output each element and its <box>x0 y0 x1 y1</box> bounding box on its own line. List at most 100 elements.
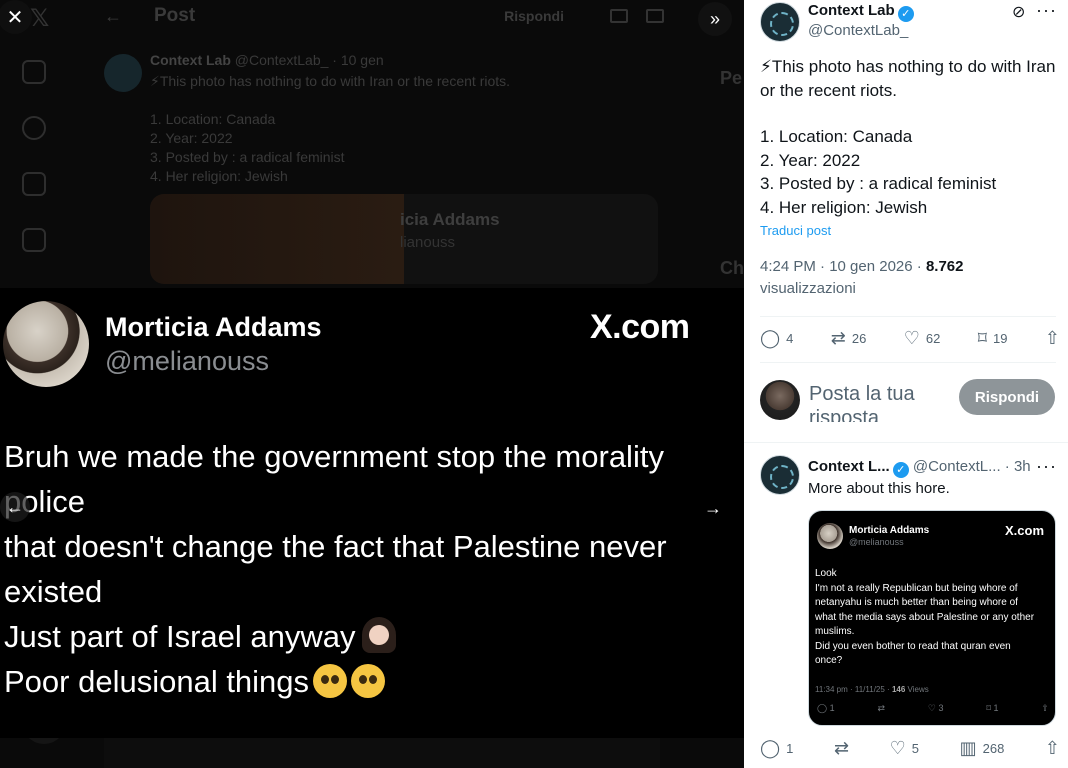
reply-icon: ◯ <box>760 738 781 758</box>
reply-input[interactable]: Posta la tua risposta <box>809 382 959 422</box>
divider <box>760 362 1056 363</box>
avatar[interactable] <box>760 2 800 42</box>
reply-author[interactable]: Context L... <box>808 458 890 475</box>
like-icon: ♡ <box>903 328 920 348</box>
share-button[interactable]: ⇧ <box>1045 738 1060 759</box>
header-reply-button[interactable]: Rispondi <box>504 8 564 24</box>
repost-button[interactable]: ⇄ <box>834 738 849 759</box>
search-icon[interactable] <box>22 116 46 140</box>
verified-icon: ✓ <box>892 462 909 478</box>
post-media-thumbnail[interactable]: icia Addams lianouss <box>150 194 658 284</box>
brand-logo: X.com <box>1005 523 1045 538</box>
repost-button[interactable]: ⇄ 26 <box>831 328 867 349</box>
post-handle: @ContextLab_ <box>234 52 329 68</box>
card-views-label: Views <box>905 685 929 694</box>
repost-icon: ⇄ <box>833 738 850 758</box>
card-views-count: 146 <box>891 685 906 694</box>
settings-icon[interactable] <box>610 9 628 23</box>
reply-button[interactable]: ◯ 1 <box>760 738 793 759</box>
card-author-handle: @melianouss <box>849 537 904 547</box>
author-name[interactable]: Context Lab <box>808 2 895 19</box>
reply-media-card[interactable]: Morticia Addams @melianouss X.com Look I… <box>808 510 1056 726</box>
grok-icon[interactable]: ⊘ <box>1012 2 1025 22</box>
reply-icon: ◯ <box>760 328 781 348</box>
post-line: 3. Posted by : a radical feminist <box>150 149 345 165</box>
card-bookmark-count: 1 <box>993 703 999 713</box>
more-icon[interactable]: ··· <box>1036 456 1057 477</box>
media-line: that doesn't change the fact that Palest… <box>4 529 667 564</box>
views-count: 8.762 <box>925 258 964 275</box>
card-reply-count: 1 <box>829 703 835 713</box>
more-icon[interactable]: ··· <box>1036 0 1057 21</box>
media-line: Just part of Israel anyway <box>4 619 356 654</box>
media-handle: lianouss <box>400 234 456 251</box>
share-icon: ⇧ <box>1044 328 1060 348</box>
avatar[interactable] <box>760 455 800 495</box>
action-bar: ◯ 4 ⇄ 26 ♡ 62 ⌑ 19 ⇧ <box>760 328 1060 349</box>
reply-count: 1 <box>786 741 794 756</box>
post-timestamp[interactable]: 4:24 PM · 10 gen 2026 · <box>760 258 926 275</box>
post-line: 2. Year: 2022 <box>150 130 233 146</box>
pleading-face-icon <box>313 664 348 698</box>
expand-icon[interactable]: » <box>698 2 732 36</box>
back-arrow-icon[interactable]: ← <box>104 6 122 27</box>
card-action-bar: ◯ 1 ⇄ ♡ 3 ⌑ 1 ⇧ <box>817 703 1049 714</box>
arrow-right-icon[interactable]: → <box>704 498 722 519</box>
side-heading: Pe <box>720 68 743 88</box>
card-timestamp: 11:34 pm · 11/11/25 · <box>815 685 892 694</box>
reply-count: 4 <box>786 331 794 346</box>
card-line: netanyahu is much better than being whor… <box>815 597 1018 608</box>
post-header: ← Post Rispondi <box>104 0 664 32</box>
like-icon: ♡ <box>927 703 936 713</box>
media-name: icia Addams <box>400 210 500 229</box>
page-title: Post <box>154 5 196 26</box>
home-icon[interactable] <box>22 60 46 84</box>
media-line: Poor delusional things <box>4 664 310 699</box>
avatar <box>104 54 142 92</box>
post-author: Context Lab <box>150 52 231 68</box>
like-button[interactable]: ♡ 62 <box>904 328 941 349</box>
verified-icon: ✓ <box>897 6 914 22</box>
reply-submit-button[interactable]: Rispondi <box>959 379 1055 415</box>
post-line: ⚡This photo has nothing to do with Iran … <box>760 57 1056 100</box>
translate-link[interactable]: Traduci post <box>760 223 831 238</box>
post-text: ⚡This photo has nothing to do with Iran … <box>150 72 664 186</box>
divider <box>744 442 1068 443</box>
arrow-left-icon[interactable]: ← <box>0 492 30 522</box>
author-handle[interactable]: @ContextLab_ <box>808 22 908 39</box>
notifications-icon[interactable] <box>22 172 46 196</box>
card-line: Did you even bother to read that quran e… <box>815 640 1011 652</box>
layout-icon[interactable] <box>646 9 664 23</box>
x-logo-icon: 𝕏 <box>30 5 50 32</box>
card-text: Look I'm not a really Republican but bei… <box>815 567 1055 669</box>
reply-time[interactable]: · 3h <box>1005 458 1031 475</box>
reply-button[interactable]: ◯ 4 <box>760 328 793 349</box>
bookmark-icon: ⌑ <box>977 328 988 348</box>
card-author-name: Morticia Addams <box>849 525 930 536</box>
views-icon: ▥ <box>959 738 977 758</box>
avatar <box>760 380 800 420</box>
media-post-text: Bruh we made the government stop the mor… <box>4 434 734 704</box>
repost-icon: ⇄ <box>877 703 886 713</box>
share-icon: ⇧ <box>1041 703 1049 713</box>
post-meta: 4:24 PM · 10 gen 2026 · 8.762 visualizza… <box>760 256 963 300</box>
media-line: police <box>4 484 85 519</box>
card-line: once? <box>815 655 843 666</box>
media-author-name: Morticia Addams <box>105 312 322 342</box>
like-button[interactable]: ♡ 5 <box>890 738 919 759</box>
card-line: I'm not a really Republican but being wh… <box>815 582 1018 594</box>
views-label: visualizzazioni <box>760 280 856 297</box>
bookmark-button[interactable]: ⌑ 19 <box>978 328 1008 349</box>
reply-composer: Posta la tua risposta Rispondi <box>760 378 1060 426</box>
repost-count: 26 <box>851 331 867 346</box>
media-author-handle: @melianouss <box>105 346 269 376</box>
post-line: ⚡This photo has nothing to do with Iran … <box>150 73 511 89</box>
reply-handle[interactable]: @ContextL... <box>913 458 1001 475</box>
avatar <box>3 301 89 387</box>
messages-icon[interactable] <box>22 228 46 252</box>
card-line: Look <box>815 568 837 579</box>
views-button[interactable]: ▥ 268 <box>960 738 1005 759</box>
emoji-icon <box>361 617 396 653</box>
share-button[interactable]: ⇧ <box>1045 328 1060 349</box>
side-heading: Ch <box>720 258 744 278</box>
